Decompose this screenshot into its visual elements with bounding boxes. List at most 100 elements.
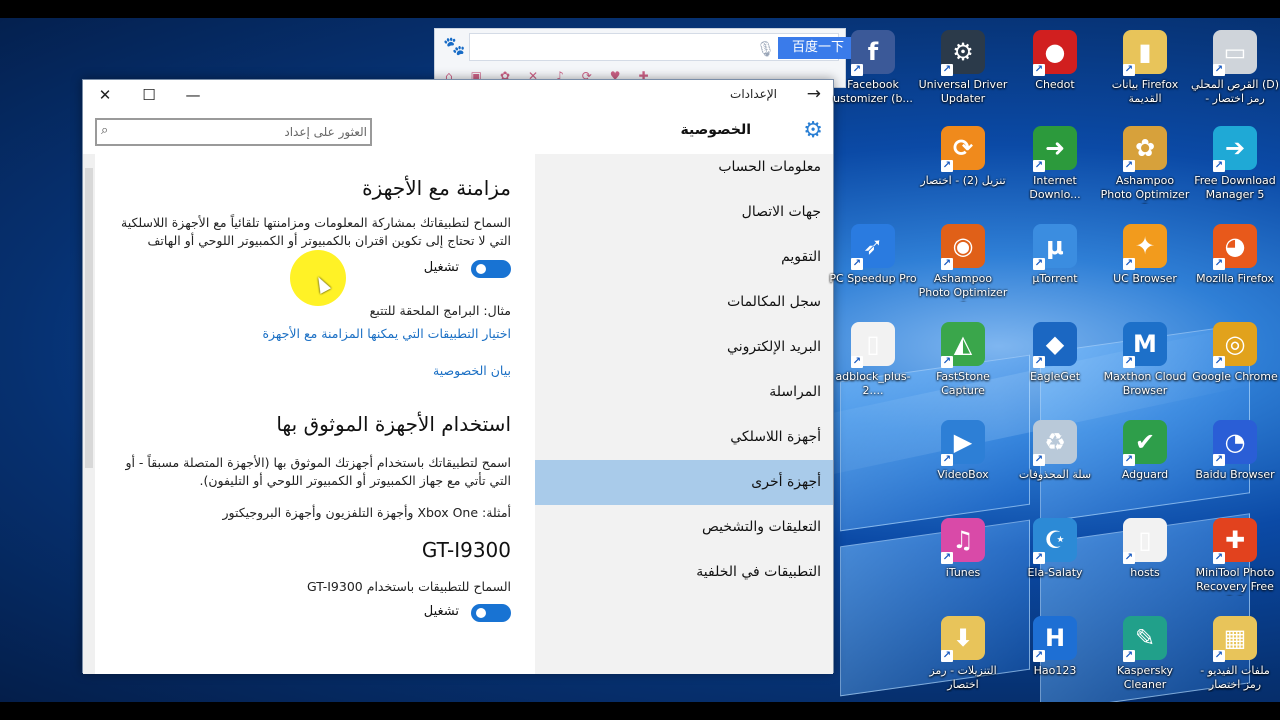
desktop-icon-label: القرص المحلي (D) - رمز اختصار: [1190, 78, 1280, 105]
desktop-icon[interactable]: ◕ Mozilla Firefox: [1190, 218, 1280, 310]
desktop-icon[interactable]: ◉Ashampoo Photo Optimizer 6: [918, 218, 1008, 310]
baidu-search-input[interactable]: 🎙 百度一下: [469, 33, 858, 61]
device-toggle[interactable]: [471, 604, 511, 622]
nav-item-contacts[interactable]: جهات الاتصال: [533, 190, 833, 235]
desktop-app-icon: ☪: [1033, 518, 1077, 564]
desktop-icon[interactable]: H Hao123: [1010, 610, 1100, 702]
nav-item-email[interactable]: البريد الإلكتروني: [533, 325, 833, 370]
desktop-icon[interactable]: ◎ Google Chrome: [1190, 316, 1280, 408]
desktop-app-icon: ▯: [851, 322, 895, 368]
desktop-icon-label: Mozilla Firefox: [1196, 272, 1274, 285]
maximize-icon[interactable]: ☐: [127, 80, 171, 110]
desktop-icon[interactable]: ➜Internet Downlo...: [1010, 120, 1100, 212]
desktop-icon-label: بيانات Firefox القديمة: [1111, 78, 1179, 105]
minimize-icon[interactable]: —: [171, 80, 215, 110]
back-arrow-icon[interactable]: →: [807, 84, 821, 104]
find-setting-input[interactable]: [119, 121, 367, 143]
window-title: الإعدادات: [730, 87, 777, 101]
nav-item-account-info[interactable]: معلومات الحساب: [533, 154, 833, 190]
device-name: GT-I9300: [421, 538, 511, 562]
desktop-app-icon: H: [1033, 616, 1077, 662]
nav-item-other-devices[interactable]: أجهزة أخرى: [533, 460, 833, 505]
desktop-icon[interactable]: ⚙Universal Driver Updater: [918, 24, 1008, 116]
desktop-icon-label: UC Browser: [1113, 272, 1177, 285]
content-scrollbar[interactable]: [83, 154, 95, 674]
desktop-app-icon: ♫: [941, 518, 985, 564]
desktop-app-icon: ⚙: [941, 30, 985, 76]
desktop-app-icon: ⟳: [941, 126, 985, 172]
desktop-icon-label: Adguard: [1121, 468, 1169, 481]
desktop-icon[interactable]: ✿Ashampoo Photo Optimizer 5: [1100, 120, 1190, 212]
desktop-app-icon: ◕: [1213, 224, 1257, 270]
desktop-icon[interactable]: ✦ UC Browser: [1100, 218, 1190, 310]
privacy-statement-link[interactable]: بيان الخصوصية: [111, 363, 511, 378]
nav-item-radios[interactable]: أجهزة اللاسلكي: [533, 415, 833, 460]
desktop-icon[interactable]: ● Chedot: [1010, 24, 1100, 116]
desktop-app-icon: ●: [1033, 30, 1077, 76]
desktop-icon[interactable]: ✎Kaspersky Cleaner: [1100, 610, 1190, 702]
desktop-icon-label: Free Download Manager 5: [1194, 174, 1276, 201]
desktop-icon-label: ملفات الفيديو - رمز اختصار: [1200, 664, 1270, 691]
desktop-icon[interactable]: ✚MiniTool Photo Recovery Free 2.0: [1190, 512, 1280, 604]
desktop-icon[interactable]: ➶ PC Speedup Pro: [828, 218, 918, 310]
desktop-icon[interactable]: ♫ iTunes: [918, 512, 1008, 604]
desktop-icon-label: Facebook ustomizer (b...: [833, 78, 913, 105]
desktop-icon[interactable]: ▯adblock_plus-2....: [828, 316, 918, 408]
desktop-icon[interactable]: ⬇التنزيلات - رمز اختصار: [918, 610, 1008, 702]
desktop-app-icon: ◆: [1033, 322, 1077, 368]
desktop-icon-label: Maxthon Cloud Browser: [1103, 370, 1187, 397]
trusted-devices-heading: استخدام الأجهزة الموثوق بها: [276, 412, 511, 436]
desktop-icon[interactable]: ▭القرص المحلي (D) - رمز اختصار: [1190, 24, 1280, 116]
sync-toggle[interactable]: [471, 260, 511, 278]
desktop-app-icon: ➜: [1033, 126, 1077, 172]
desktop-icon[interactable]: ▦ملفات الفيديو - رمز اختصار: [1190, 610, 1280, 702]
desktop-app-icon: ▯: [1123, 518, 1167, 564]
settings-window: ✕ ☐ — الإعدادات → ⌕ الخصوصية ⚙ معلومات ا…: [82, 79, 834, 674]
desktop-icon[interactable]: ⟳ تنزيل (2) - اختصار: [918, 120, 1008, 212]
desktop-icon[interactable]: ▶ VideoBox: [918, 414, 1008, 506]
desktop-icon-label: μTorrent: [1032, 272, 1078, 285]
trusted-devices-description: اسمح لتطبيقاتك باستخدام أجهزتك الموثوق ب…: [125, 455, 511, 488]
desktop-app-icon: ➶: [851, 224, 895, 270]
desktop-icon[interactable]: ▮بيانات Firefox القديمة: [1100, 24, 1190, 116]
nav-item-messaging[interactable]: المراسلة: [533, 370, 833, 415]
nav-item-background-apps[interactable]: التطبيقات في الخلفية: [533, 550, 833, 595]
nav-item-calendar[interactable]: التقويم: [533, 235, 833, 280]
desktop-icon-label: EagleGet: [1029, 370, 1081, 383]
privacy-nav: معلومات الحساب جهات الاتصال التقويم سجل …: [533, 154, 833, 674]
find-setting-box[interactable]: ⌕: [95, 118, 372, 146]
desktop-app-icon: ✚: [1213, 518, 1257, 564]
desktop-icon[interactable]: ♻ سلة المحذوفات: [1010, 414, 1100, 506]
desktop-icon[interactable]: fFacebook ustomizer (b...: [828, 24, 918, 116]
settings-content: مزامنة مع الأجهزة السماح لتطبيقاتك بمشار…: [83, 154, 535, 674]
desktop-app-icon: ◎: [1213, 322, 1257, 368]
choose-apps-link[interactable]: اختيار التطبيقات التي يمكنها المزامنة مع…: [111, 326, 511, 341]
desktop-icon-label: PC Speedup Pro: [829, 272, 917, 285]
desktop-icon[interactable]: ▯ hosts: [1100, 512, 1190, 604]
desktop-icon[interactable]: MMaxthon Cloud Browser: [1100, 316, 1190, 408]
gear-icon: ⚙: [803, 118, 823, 143]
desktop-icon[interactable]: μ μTorrent: [1010, 218, 1100, 310]
desktop-app-icon: ✿: [1123, 126, 1167, 172]
title-bar: ✕ ☐ — الإعدادات →: [83, 80, 833, 110]
desktop-app-icon: ▭: [1213, 30, 1257, 76]
desktop-app-icon: ✎: [1123, 616, 1167, 662]
device-toggle-row: تشغيل: [111, 602, 511, 624]
desktop-icon-label: Universal Driver Updater: [918, 78, 1008, 105]
desktop-icon[interactable]: ◆ EagleGet: [1010, 316, 1100, 408]
microphone-icon[interactable]: 🎙: [756, 40, 775, 58]
desktop-icon[interactable]: ✔ Adguard: [1100, 414, 1190, 506]
desktop-icon[interactable]: ☪ Ela-Salaty: [1010, 512, 1100, 604]
nav-item-feedback-diagnostics[interactable]: التعليقات والتشخيص: [533, 505, 833, 550]
desktop-app-icon: ⬇: [941, 616, 985, 662]
desktop-icon-label: سلة المحذوفات: [1018, 468, 1092, 481]
desktop-icon-label: Kaspersky Cleaner: [1117, 664, 1173, 691]
taskbar: [0, 702, 1280, 720]
desktop-icon-label: Ela-Salaty: [1027, 566, 1083, 579]
desktop-icon[interactable]: ➔Free Download Manager 5: [1190, 120, 1280, 212]
nav-item-call-history[interactable]: سجل المكالمات: [533, 280, 833, 325]
desktop-icon[interactable]: ◔ Baidu Browser: [1190, 414, 1280, 506]
desktop-icon[interactable]: ◭FastStone Capture: [918, 316, 1008, 408]
desktop-icon-label: Chedot: [1035, 78, 1075, 91]
close-icon[interactable]: ✕: [83, 80, 127, 110]
